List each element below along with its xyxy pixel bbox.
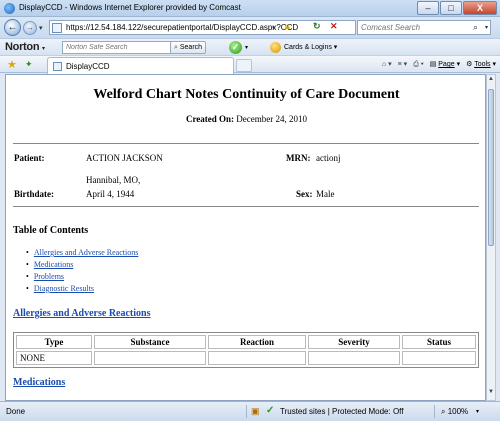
window-title: DisplayCCD - Windows Internet Explorer p… (19, 3, 241, 12)
back-button[interactable]: ← (4, 19, 21, 36)
table-header-row: Type Substance Reaction Severity Status (16, 335, 476, 349)
mrn-label: MRN: (286, 153, 311, 163)
zoom-dropdown-icon[interactable]: ▾ (476, 408, 479, 415)
allergies-table: Type Substance Reaction Severity Status … (13, 332, 479, 368)
refresh-icon[interactable]: ↻ (313, 20, 321, 33)
toc-link-allergies[interactable]: Allergies and Adverse Reactions (34, 248, 139, 257)
toc-link-medications[interactable]: Medications (34, 260, 74, 269)
norton-safe-check-icon[interactable]: ✓ (229, 41, 242, 54)
column-header: Severity (308, 335, 400, 349)
birthdate-value: April 4, 1944 (86, 189, 135, 199)
identity-safe-icon (270, 41, 281, 53)
command-bar: ⌂ ▾ ≡ ▾ ⎙ ▾ ▤ Page ▾ ⚙ Tools ▾ (382, 59, 496, 71)
toc-item: Problems (26, 271, 138, 283)
forward-button[interactable]: → (23, 21, 37, 35)
medications-heading[interactable]: Medications (13, 377, 65, 388)
toc-title: Table of Contents (13, 225, 89, 236)
status-text: Done (6, 407, 26, 416)
page-icon (53, 62, 62, 71)
patient-name: ACTION JACKSON (86, 153, 163, 163)
security-zone[interactable]: Trusted sites | Protected Mode: Off (280, 407, 403, 416)
column-header: Status (402, 335, 476, 349)
column-header: Reaction (208, 335, 306, 349)
scroll-up-icon[interactable]: ▲ (487, 76, 495, 86)
column-header: Substance (94, 335, 206, 349)
tools-menu[interactable]: ⚙ Tools ▾ (466, 59, 496, 71)
norton-toolbar: Norton ▾ ⌕Search ✓ ▾ Cards & Logins ▾ (0, 38, 500, 55)
scrollbar-thumb[interactable] (488, 89, 494, 246)
norton-check-dropdown-icon[interactable]: ▾ (245, 44, 248, 51)
page-content: Welford Chart Notes Continuity of Care D… (5, 74, 486, 401)
patient-label: Patient: (14, 153, 45, 163)
home-icon[interactable]: ⌂ ▾ (382, 59, 392, 71)
divider (246, 405, 247, 418)
norton-logo[interactable]: Norton ▾ (5, 41, 45, 53)
zoom-level[interactable]: ⌕ 100% (441, 407, 468, 417)
allergies-heading[interactable]: Allergies and Adverse Reactions (13, 308, 151, 319)
table-of-contents: Allergies and Adverse Reactions Medicati… (26, 247, 139, 295)
toc-item: Medications (26, 259, 138, 271)
tab-label: DisplayCCD (66, 62, 110, 71)
window-controls: – □ X (417, 1, 497, 15)
table-row: NONE (16, 351, 476, 365)
address-dropdown-icon[interactable]: ▾ (272, 22, 276, 35)
toc-link-problems[interactable]: Problems (34, 272, 64, 281)
sex-label: Sex: (296, 189, 313, 199)
cards-logins-button[interactable]: Cards & Logins ▾ (270, 41, 337, 54)
favorites-bar: ★ ✦ DisplayCCD ⌂ ▾ ≡ ▾ ⎙ ▾ ▤ Page ▾ ⚙ To… (0, 55, 500, 74)
page-menu[interactable]: ▤ Page ▾ (430, 59, 460, 71)
scroll-down-icon[interactable]: ▼ (487, 389, 495, 399)
maximize-button[interactable]: □ (440, 1, 462, 15)
norton-search-box[interactable] (62, 41, 180, 54)
created-on: Created On: December 24, 2010 (185, 114, 308, 124)
norton-search-input[interactable] (63, 42, 179, 53)
table-cell: NONE (16, 351, 92, 365)
mrn-value: actionj (316, 153, 341, 163)
toc-link-diagnostic-results[interactable]: Diagnostic Results (34, 284, 94, 293)
close-button[interactable]: X (463, 1, 497, 15)
print-icon[interactable]: ⎙ ▾ (413, 59, 424, 71)
sex-value: Male (316, 189, 335, 199)
table-cell (308, 351, 400, 365)
trusted-check-icon: ✓ (266, 405, 275, 416)
address-toolbar: ← → ▾ https://12.54.184.122/securepatien… (0, 17, 500, 38)
search-icon: ⌕ (173, 44, 178, 51)
divider (434, 405, 435, 418)
favorites-star-icon[interactable]: ★ (7, 58, 17, 71)
search-icon[interactable]: ⌕ (473, 22, 478, 33)
norton-search-button[interactable]: ⌕ Search (170, 41, 206, 54)
toc-item: Diagnostic Results (26, 283, 138, 295)
table-cell (94, 351, 206, 365)
status-bar: Done ▣ ✓ Trusted sites | Protected Mode:… (0, 401, 500, 421)
table-cell (402, 351, 476, 365)
title-bar: DisplayCCD - Windows Internet Explorer p… (0, 0, 500, 17)
ie-logo-icon (4, 3, 15, 14)
vertical-scrollbar[interactable]: ▲ ▼ (486, 74, 496, 401)
page-icon (52, 23, 62, 33)
history-dropdown-icon[interactable]: ▾ (39, 24, 43, 32)
new-tab-button[interactable] (236, 59, 252, 72)
tab-displayccd[interactable]: DisplayCCD (47, 57, 234, 74)
feeds-icon[interactable]: ≡ ▾ (398, 59, 408, 71)
comcast-search-input[interactable] (361, 22, 466, 33)
search-options-dropdown-icon[interactable]: ▾ (485, 24, 488, 31)
document-title: Welford Chart Notes Continuity of Care D… (93, 87, 400, 102)
add-favorites-icon[interactable]: ✦ (25, 59, 33, 70)
address-url[interactable]: https://12.54.184.122/securepatientporta… (66, 23, 298, 32)
lock-icon[interactable]: 🔒︎ (285, 20, 290, 33)
minimize-button[interactable]: – (417, 1, 439, 15)
address-bar[interactable]: https://12.54.184.122/securepatientporta… (49, 20, 356, 35)
divider (13, 206, 479, 207)
birthdate-label: Birthdate: (14, 189, 54, 199)
column-header: Type (16, 335, 92, 349)
table-cell (208, 351, 306, 365)
stop-icon[interactable]: ✕ (330, 20, 338, 33)
comcast-search-box[interactable]: ⌕ ▾ (357, 20, 491, 35)
security-shield-icon[interactable]: ▣ (251, 406, 260, 417)
patient-address: Hannibal, MO, (86, 175, 141, 185)
divider (13, 143, 479, 144)
toc-item: Allergies and Adverse Reactions (26, 247, 139, 259)
